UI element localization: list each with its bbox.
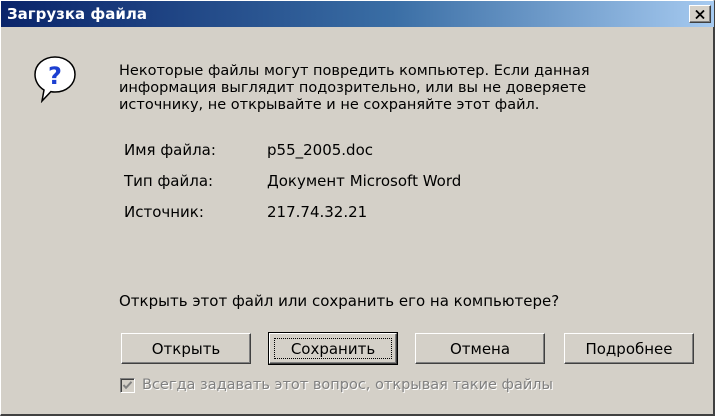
svg-text:?: ? — [48, 62, 62, 90]
open-or-save-question: Открыть этот файл или сохранить его на к… — [119, 292, 560, 310]
always-ask-label: Всегда задавать этот вопрос, открывая та… — [142, 377, 553, 393]
open-button[interactable]: Открыть — [121, 333, 251, 364]
source-value: 217.74.32.21 — [267, 203, 368, 221]
file-name-label: Имя файла: — [124, 141, 216, 159]
always-ask-checkbox[interactable] — [120, 378, 135, 393]
dialog-title: Загрузка файла — [7, 5, 147, 23]
file-download-dialog: Загрузка файла ? Некоторые файлы могут п… — [0, 0, 715, 416]
save-button[interactable]: Сохранить — [268, 332, 398, 365]
checkmark-icon — [122, 381, 133, 390]
close-button[interactable] — [689, 5, 711, 23]
more-info-button[interactable]: Подробнее — [564, 333, 694, 364]
close-icon — [695, 9, 705, 19]
file-name-value: p55_2005.doc — [267, 141, 373, 159]
file-type-label: Тип файла: — [124, 172, 214, 190]
title-bar[interactable]: Загрузка файла — [1, 1, 714, 27]
file-type-value: Документ Microsoft Word — [267, 172, 462, 190]
source-label: Источник: — [124, 203, 204, 221]
question-icon: ? — [34, 56, 76, 103]
warning-message: Некоторые файлы могут повредить компьюте… — [119, 63, 590, 113]
save-button-label: Сохранить — [290, 339, 376, 358]
cancel-button[interactable]: Отмена — [415, 333, 545, 364]
